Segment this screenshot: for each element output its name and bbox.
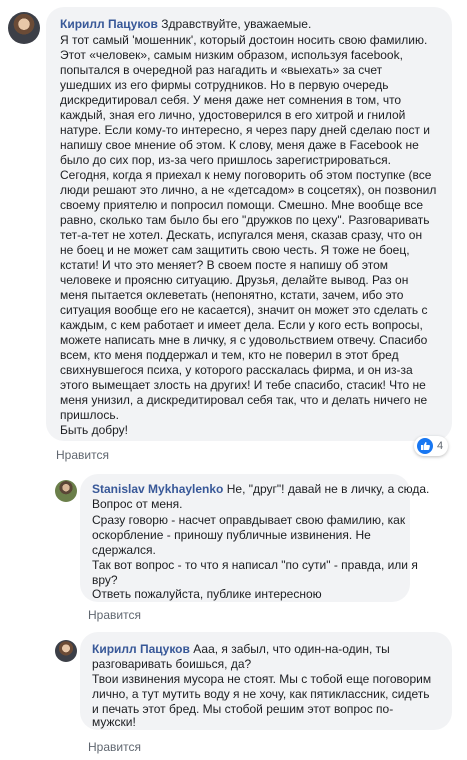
comment-text-line: оскорбление - приношу публичные извинени…: [92, 528, 371, 542]
comment-text-line: напишу свое мнение об этом. К слову, мен…: [60, 138, 419, 152]
comment-text-line: люди решают это лично, а не «детсадом» в…: [60, 183, 437, 197]
thumbs-up-icon: [417, 438, 433, 454]
comment-text-line: меня пытается оклеветать (непонятно, кст…: [60, 288, 404, 302]
comment-text-line: не боец и не может сам защитить свою чес…: [60, 243, 410, 257]
comment-text-line: мужски!: [92, 715, 136, 729]
comment-text-line: Ааа, я забыл, что один-на-один, ты: [193, 642, 390, 656]
comment-author[interactable]: Кирилл Пацуков: [60, 17, 158, 31]
comment-text-line: Вопрос от меня.: [92, 497, 183, 511]
comment-text-line: пришлось.: [60, 408, 119, 422]
reply-bubble: Кирилл Пацуков Ааа, я забыл, что один-на…: [80, 632, 452, 730]
comment-text-line: попытался в очередной раз нагадить и «вы…: [60, 63, 383, 77]
comment-text-line: можете написать мне в личку, я с удоволь…: [60, 333, 428, 347]
comment-text-line: Быть добру!: [60, 423, 129, 437]
comment-text-line: всем, кто меня поддержал и тем, кто не п…: [60, 348, 399, 362]
comment-text-line: каждый, зная его лично, удостоверился в …: [60, 108, 406, 122]
comment-text-line: Здравствуйте, уважаемые.: [161, 17, 312, 31]
comment-bubble: Кирилл Пацуков Здравствуйте, уважаемые. …: [46, 7, 452, 441]
comment-text-line: своему приятелю и попросил помощи. Смешн…: [60, 198, 424, 212]
comment-text-line: меня унизил, а дискредитировал себя так,…: [60, 393, 428, 407]
comment-text-line: равно, сколько там было бы его "дружков …: [60, 213, 430, 227]
comment-text-line: свихнувшегося психа, у которого расскала…: [60, 363, 413, 377]
comment-text-line: Сразу говорю - насчет оправдывает свою ф…: [92, 513, 406, 527]
comment-text-line: Твои извинения мусора не стоят. Мы с тоб…: [92, 672, 432, 686]
comment-author[interactable]: Stanislav Mykhaylenko: [92, 482, 223, 496]
comment-text-line: кстати! И что это меняет? В своем посте …: [60, 258, 389, 272]
comment-text-line: разговаривать боишься, да?: [92, 657, 252, 671]
comment-text-line: этого вымещает злость на других! И тебе …: [60, 378, 426, 392]
comment-text-line: сдержался.: [92, 543, 156, 557]
comment-text-line: и печать этот бред. Мы стобой решим этот…: [92, 702, 394, 716]
comment-text-line: натуре. Если кому-то интересно, я через …: [60, 123, 431, 137]
comment-text-line: Этот «человек», самым низким образом, ис…: [60, 48, 403, 62]
like-button[interactable]: Нравится: [88, 740, 141, 754]
comment-text-line: Так вот вопрос - то что я написал "по су…: [92, 558, 418, 572]
comment-text-line: ситуация вообще его не касается), значит…: [60, 303, 428, 317]
comment-text-line: Ответь пожалуйста, публике интересною: [92, 587, 322, 601]
avatar[interactable]: [55, 480, 77, 502]
comment-text-line: Не, "друг"! давай не в личку, а сюда.: [226, 482, 430, 496]
reaction-summary[interactable]: 4: [414, 436, 449, 456]
avatar[interactable]: [55, 640, 77, 662]
like-button[interactable]: Нравится: [88, 608, 141, 622]
avatar[interactable]: [8, 12, 40, 44]
comment-text-line: лично, а тут мутить воду я не хочу, как …: [92, 687, 430, 701]
comment-text-line: Сегодня, когда я приехал к нему поговори…: [60, 168, 432, 182]
comment-text-line: тет-а-тет не хотел. Дескать, испугался м…: [60, 228, 423, 242]
comment-text-line: ушедших из его фирмы сотрудников. Но в п…: [60, 78, 389, 92]
comment-text-line: каждым, с кем работает и имеет дела. Есл…: [60, 318, 423, 332]
like-button[interactable]: Нравится: [56, 448, 109, 462]
comment-text-line: дискредитировал себя. У меня даже нет со…: [60, 93, 402, 107]
comment-text-line: человеке и проясню ситуацию. Друзья, дел…: [60, 273, 409, 287]
comment-author[interactable]: Кирилл Пацуков: [92, 642, 190, 656]
reaction-count: 4: [437, 440, 444, 452]
comment-text-line: было до сих пор, из-за чего пришлось зар…: [60, 153, 391, 167]
reply-bubble: Stanislav Mykhaylenko Не, "друг"! давай …: [80, 474, 429, 602]
comment-text-line: Я тот самый 'мошенник', который достоин …: [60, 33, 428, 47]
